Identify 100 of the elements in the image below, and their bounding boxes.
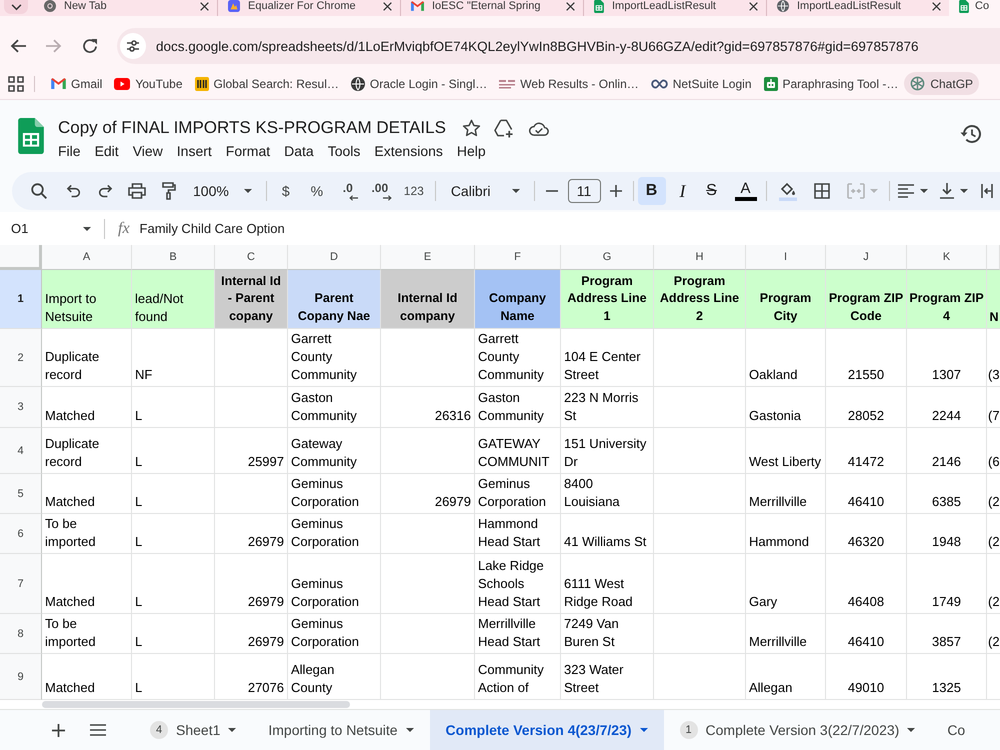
- browser-tab[interactable]: New Tab: [34, 0, 217, 16]
- menu-item[interactable]: Edit: [94, 143, 119, 159]
- table-cell: 7249 Van Buren St: [561, 614, 654, 654]
- menu-item[interactable]: View: [132, 143, 163, 159]
- row-header[interactable]: 5: [0, 474, 42, 514]
- browser-tab[interactable]: Co: [949, 0, 1000, 16]
- back-arrow-icon[interactable]: [10, 39, 26, 53]
- zoom-dropdown[interactable]: 100%: [185, 177, 262, 205]
- menu-item[interactable]: Insert: [176, 143, 212, 159]
- sheet-tab[interactable]: Complete Version 4(23/7/23): [430, 710, 664, 750]
- document-title[interactable]: Copy of FINAL IMPORTS KS-PROGRAM DETAILS: [58, 118, 446, 138]
- address-bar[interactable]: docs.google.com/spreadsheets/d/1LoErMviqbfOE74KQL2eylYwIn8BGHVBin-y-8U66GZA/edit?gid=697857876#gid=697857876: [117, 28, 1000, 64]
- close-icon[interactable]: [749, 2, 758, 10]
- minus-icon[interactable]: [546, 190, 558, 192]
- column-header[interactable]: H: [654, 245, 746, 270]
- align-bottom-icon[interactable]: [940, 183, 954, 199]
- bookmark[interactable]: Paraphrasing Tool -…: [758, 72, 904, 94]
- bookmark[interactable]: Oracle Login - Singl…: [344, 72, 494, 94]
- number-format-button[interactable]: 123: [396, 177, 431, 205]
- fill-color-icon[interactable]: [778, 181, 796, 201]
- bookmark[interactable]: Global Search: Resul…: [188, 72, 345, 94]
- table-cell: Garrett County Community: [475, 329, 561, 387]
- cloud-icon[interactable]: [528, 120, 549, 136]
- caret-icon: [640, 728, 648, 732]
- row-header[interactable]: 4: [0, 428, 42, 474]
- close-icon[interactable]: [383, 2, 392, 10]
- font-size-field[interactable]: 11: [568, 179, 600, 203]
- spreadsheet-icon[interactable]: [18, 118, 44, 154]
- row-header[interactable]: 9: [0, 654, 42, 700]
- column-header[interactable]: I: [746, 245, 826, 270]
- sheet-tab[interactable]: 1 Complete Version 3(22/7/2023): [664, 710, 932, 750]
- header-cell: Program Address Line 2: [654, 270, 746, 329]
- menu-item[interactable]: Tools: [328, 143, 360, 159]
- paint-roller-icon[interactable]: [162, 182, 176, 200]
- menu-item[interactable]: File: [58, 143, 81, 159]
- menu-icon[interactable]: [90, 724, 106, 736]
- close-icon[interactable]: [932, 2, 941, 10]
- striped-tile-icon: [194, 76, 208, 90]
- strikethrough-button[interactable]: S: [696, 177, 726, 205]
- undo-icon[interactable]: [66, 184, 80, 198]
- menu-item[interactable]: Help: [456, 143, 486, 159]
- tab-search-button[interactable]: [4, 0, 28, 14]
- table-cell: 1307: [907, 329, 987, 387]
- redo-icon[interactable]: [98, 184, 112, 198]
- row-header[interactable]: 1: [0, 270, 42, 329]
- menu-item[interactable]: Data: [284, 143, 314, 159]
- bookmark[interactable]: ChatGP: [904, 72, 980, 95]
- row-header[interactable]: 2: [0, 329, 42, 387]
- column-header[interactable]: F: [475, 245, 561, 270]
- plus-icon[interactable]: [52, 724, 64, 736]
- font-dropdown[interactable]: Calibri: [440, 177, 530, 205]
- decrease-decimal-button[interactable]: .0: [332, 177, 363, 205]
- search-icon[interactable]: [31, 183, 47, 199]
- reload-icon[interactable]: [82, 38, 98, 54]
- column-header[interactable]: A: [42, 245, 132, 270]
- increase-decimal-button[interactable]: .00: [362, 177, 397, 205]
- menu-item[interactable]: Format: [226, 143, 270, 159]
- bookmark[interactable]: YouTube: [108, 72, 188, 94]
- close-icon[interactable]: [200, 2, 209, 10]
- table-cell: Gaston Community: [288, 387, 381, 428]
- plus-icon[interactable]: [610, 185, 622, 197]
- formula-field[interactable]: Family Child Care Option: [140, 216, 1000, 242]
- column-header[interactable]: E: [381, 245, 475, 270]
- row-header[interactable]: 7: [0, 554, 42, 614]
- hexagon-plus-icon[interactable]: [494, 118, 515, 138]
- row-header[interactable]: 6: [0, 514, 42, 554]
- align-left-icon[interactable]: [898, 184, 914, 198]
- caret-icon: [907, 728, 916, 732]
- mail-icon: [411, 1, 424, 11]
- apps-icon[interactable]: [8, 76, 24, 92]
- currency-button[interactable]: $: [270, 177, 301, 205]
- column-header[interactable]: C: [215, 245, 288, 270]
- bookmark[interactable]: NetSuite Login: [644, 72, 758, 94]
- history-icon[interactable]: [960, 124, 981, 144]
- text-direction-icon[interactable]: [980, 183, 992, 199]
- borders-icon[interactable]: [814, 183, 830, 199]
- menu-item[interactable]: Extensions: [374, 143, 443, 159]
- text-color-button[interactable]: A: [730, 177, 762, 205]
- row-header[interactable]: 8: [0, 614, 42, 654]
- sliders-icon[interactable]: [120, 33, 146, 59]
- sheet-tab[interactable]: Co: [931, 710, 966, 750]
- scrollbar-thumb[interactable]: [42, 701, 350, 708]
- bookmark[interactable]: Gmail: [45, 72, 108, 94]
- column-header[interactable]: G: [561, 245, 654, 270]
- column-header[interactable]: J: [826, 245, 907, 270]
- name-box[interactable]: O1: [0, 216, 100, 242]
- sheet-tab[interactable]: 4 Sheet1: [134, 710, 252, 750]
- column-header[interactable]: K: [907, 245, 987, 270]
- sheet-tab[interactable]: Importing to Netsuite: [252, 710, 430, 750]
- column-header[interactable]: B: [132, 245, 215, 270]
- column-header[interactable]: D: [288, 245, 381, 270]
- star-icon[interactable]: [462, 119, 481, 137]
- row-header[interactable]: 3: [0, 387, 42, 428]
- bold-button[interactable]: B: [638, 177, 666, 205]
- infinity-icon: [650, 78, 668, 88]
- bookmark[interactable]: Web Results - Onlin…: [493, 72, 645, 94]
- close-icon[interactable]: [566, 2, 575, 10]
- percent-button[interactable]: %: [300, 177, 333, 205]
- italic-button[interactable]: I: [668, 177, 696, 205]
- print-icon[interactable]: [128, 183, 146, 199]
